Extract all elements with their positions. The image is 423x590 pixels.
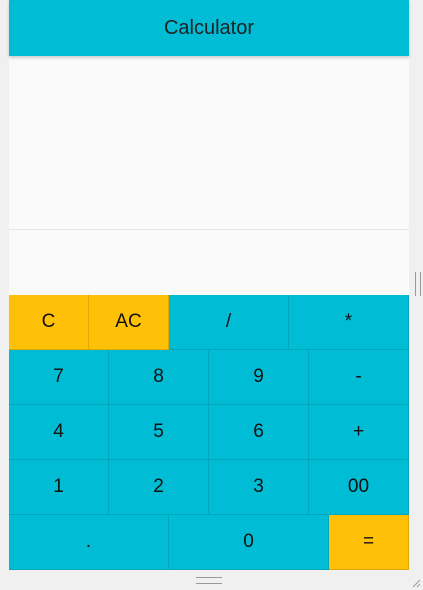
scrollbar-handle[interactable]	[415, 272, 421, 296]
decimal-button[interactable]: .	[9, 515, 169, 570]
double-zero-button[interactable]: 00	[309, 460, 409, 515]
keypad-row: 1 2 3 00	[9, 460, 409, 515]
digit-5-button[interactable]: 5	[109, 405, 209, 460]
digit-2-button[interactable]: 2	[109, 460, 209, 515]
app-bar: Calculator	[9, 0, 409, 56]
app-title: Calculator	[163, 16, 255, 39]
drag-handle-icon[interactable]	[196, 577, 222, 584]
clear-button[interactable]: C	[9, 295, 89, 350]
equals-button[interactable]: =	[329, 515, 409, 570]
expression-display	[9, 56, 409, 230]
digit-1-button[interactable]: 1	[9, 460, 109, 515]
keypad-row: C AC / *	[9, 295, 409, 350]
digit-0-button[interactable]: 0	[169, 515, 329, 570]
digit-8-button[interactable]: 8	[109, 350, 209, 405]
keypad-row: . 0 =	[9, 515, 409, 570]
digit-4-button[interactable]: 4	[9, 405, 109, 460]
multiply-button[interactable]: *	[289, 295, 409, 350]
keypad-row: 7 8 9 -	[9, 350, 409, 405]
resize-grip-icon[interactable]	[411, 578, 421, 588]
subtract-button[interactable]: -	[309, 350, 409, 405]
digit-7-button[interactable]: 7	[9, 350, 109, 405]
keypad: C AC / * 7 8 9 - 4 5 6 + 1 2 3 00 . 0 =	[9, 295, 409, 570]
digit-3-button[interactable]: 3	[209, 460, 309, 515]
keypad-row: 4 5 6 +	[9, 405, 409, 460]
add-button[interactable]: +	[309, 405, 409, 460]
all-clear-button[interactable]: AC	[89, 295, 169, 350]
digit-9-button[interactable]: 9	[209, 350, 309, 405]
result-display	[9, 230, 409, 295]
divide-button[interactable]: /	[169, 295, 289, 350]
calculator-app: Calculator C AC / * 7 8 9 - 4 5 6 + 1 2 …	[9, 0, 409, 570]
digit-6-button[interactable]: 6	[209, 405, 309, 460]
